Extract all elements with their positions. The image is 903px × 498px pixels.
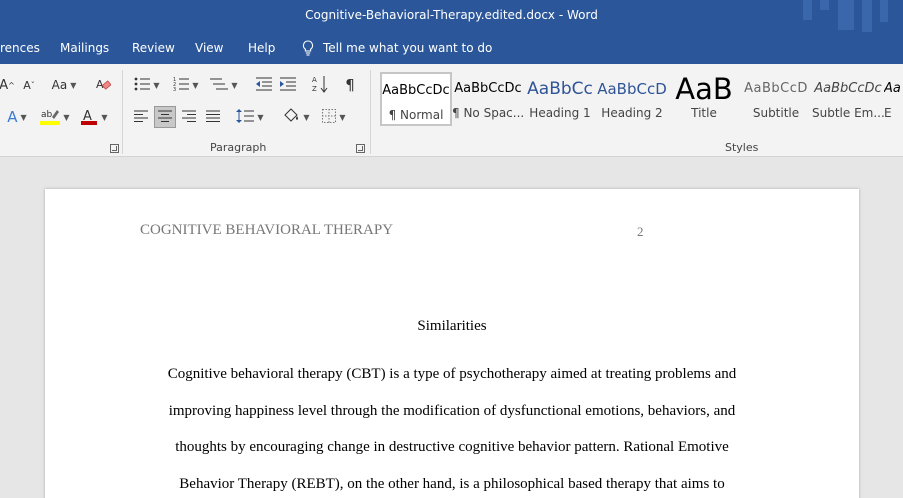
window-title: Cognitive-Behavioral-Therapy.edited.docx… [305,8,598,22]
align-left-button[interactable] [131,106,151,128]
paint-bucket-icon [282,107,300,127]
font-dialog-launcher[interactable] [110,144,119,153]
highlight-button[interactable]: ab ▼ [38,106,72,128]
align-center-icon [158,110,172,125]
align-right-icon [182,110,196,125]
style-name: Subtitle [752,106,800,120]
borders-icon [322,108,337,126]
multilevel-list-icon [210,77,229,94]
style-no-spacing[interactable]: AaBbCcDc ¶ No Spac... [452,72,524,126]
style-emphasis[interactable]: Aa E [884,72,903,126]
style-name: Subtle Em... [812,106,884,120]
style-sample: AaB [675,72,733,106]
justify-icon [206,110,220,125]
align-right-button[interactable] [179,106,199,128]
decrease-indent-button[interactable] [254,74,274,96]
section-heading: Similarities [417,318,487,334]
font-color-button[interactable]: A ▼ [78,106,110,128]
title-bar: Cognitive-Behavioral-Therapy.edited.docx… [0,0,903,32]
justify-button[interactable] [203,106,223,128]
style-title[interactable]: AaB Title [668,72,740,126]
change-case-label: Aa [51,78,68,92]
tell-me-box[interactable]: Tell me what you want to do [302,40,492,56]
svg-text:3: 3 [173,87,176,91]
numbering-button[interactable]: 123 ▼ [170,74,202,96]
paragraph-dialog-launcher[interactable] [356,144,365,153]
bullets-icon [134,77,151,94]
style-sample: AaBbCcDc [382,83,450,98]
styles-group-label: Styles [725,141,759,154]
numbering-icon: 123 [173,77,190,94]
style-sample: AaBbCc [527,79,593,99]
style-sample: AaBbCcDc [814,81,882,96]
sort-button[interactable]: AZ [310,74,330,96]
style-name: E [884,106,892,120]
svg-text:ab: ab [41,110,53,120]
style-name: Title [691,106,717,120]
svg-text:A: A [96,78,104,91]
tab-view[interactable]: View [195,41,223,55]
lightbulb-icon [302,40,314,56]
decrease-indent-icon [256,77,272,94]
text-effects-icon: A [7,108,18,126]
align-left-icon [134,110,148,125]
document-page[interactable]: COGNITIVE BEHAVIORAL THERAPY 2 Similarit… [45,189,859,498]
bullets-button[interactable]: ▼ [132,74,162,96]
highlighter-icon: ab [40,107,61,128]
style-name: Heading 1 [529,106,591,120]
eraser-icon: A [95,76,112,95]
page-number: 2 [637,224,644,239]
grow-font-button[interactable]: A ^ [0,74,15,96]
align-center-button[interactable] [154,106,176,128]
tab-help[interactable]: Help [248,41,275,55]
tab-mailings[interactable]: Mailings [60,41,109,55]
style-sample: AaBbCcD [597,80,667,98]
borders-button[interactable]: ▼ [318,106,350,128]
body-text-line: improving happiness level through the mo… [168,403,736,419]
increase-indent-icon [280,77,296,94]
style-heading-1[interactable]: AaBbCc Heading 1 [524,72,596,126]
clear-formatting-button[interactable]: A [93,74,113,96]
style-name: Heading 2 [601,106,663,120]
multilevel-list-button[interactable]: ▼ [208,74,240,96]
style-normal[interactable]: AaBbCcDc ¶ Normal [380,72,452,126]
shading-button[interactable]: ▼ [280,106,312,128]
pilcrow-icon: ¶ [345,76,355,94]
word-window: Cognitive-Behavioral-Therapy.edited.docx… [0,0,903,498]
ribbon-home: A ^ Aˇ Aa ▼ A A ▼ ab ▼ A ▼ ▼ 1 2 3 ▼ ▼ A… [0,64,903,157]
svg-text:Z: Z [312,85,317,93]
text-effects-button[interactable]: A ▼ [2,106,32,128]
increase-indent-button[interactable] [278,74,298,96]
body-text-line: Behavior Therapy (REBT), on the other ha… [179,476,725,492]
sort-icon: AZ [312,75,328,96]
line-spacing-button[interactable]: ▼ [234,106,266,128]
svg-text:A: A [312,76,317,84]
body-text-line: thoughts by encouraging change in destru… [175,439,729,455]
line-spacing-icon [236,108,255,126]
style-name: ¶ Normal [388,108,444,122]
show-marks-button[interactable]: ¶ [340,74,360,96]
group-divider [122,70,123,154]
style-sample: AaBbCcDc [454,81,522,96]
paragraph-group-label: Paragraph [210,141,267,154]
running-header: COGNITIVE BEHAVIORAL THERAPY [140,222,394,238]
group-divider [370,70,371,154]
style-sample: AaBbCcD [744,81,808,96]
change-case-button[interactable]: Aa ▼ [48,74,80,96]
tab-references[interactable]: rences [0,41,40,55]
tell-me-label: Tell me what you want to do [323,41,493,55]
style-sample: Aa [884,81,901,96]
tab-review[interactable]: Review [132,41,175,55]
style-subtitle[interactable]: AaBbCcD Subtitle [740,72,812,126]
font-color-icon: A [80,107,98,128]
body-text-line: Cognitive behavioral therapy (CBT) is a … [167,366,737,382]
shrink-font-button[interactable]: Aˇ [20,74,38,96]
style-name: ¶ No Spac... [452,106,524,120]
style-heading-2[interactable]: AaBbCcD Heading 2 [596,72,668,126]
style-subtle-emphasis[interactable]: AaBbCcDc Subtle Em... [812,72,884,126]
ribbon-tabs: rences Mailings Review View Help Tell me… [0,32,903,64]
